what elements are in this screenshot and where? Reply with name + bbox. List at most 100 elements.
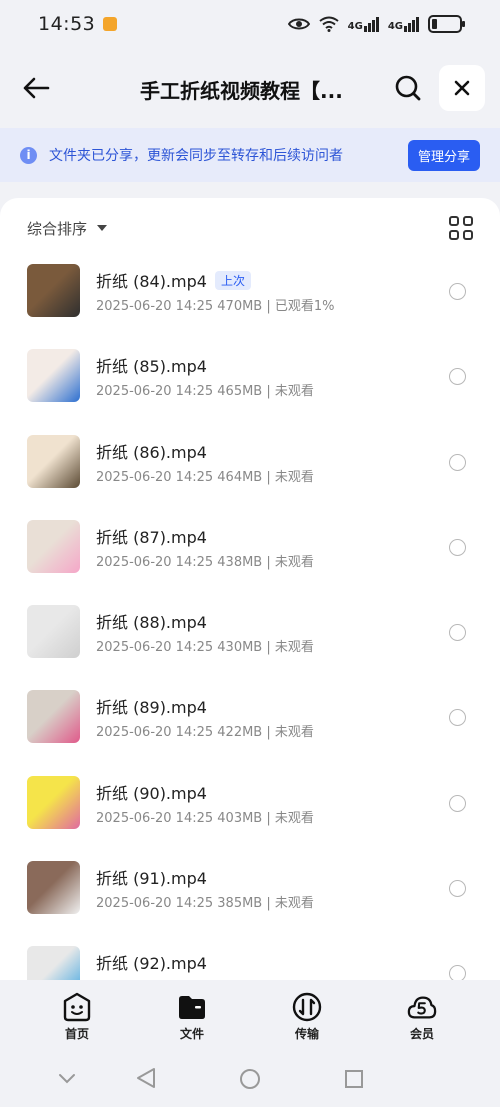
select-checkbox[interactable] xyxy=(449,709,466,727)
file-list: 折纸 (84).mp4 上次 2025-06-20 14:25 470MB | 已观… xyxy=(0,264,500,980)
search-icon xyxy=(395,75,421,101)
file-name: 折纸 (89).mp4 xyxy=(96,698,207,718)
file-row[interactable]: 折纸 (84).mp4 上次 2025-06-20 14:25 470MB | 已观… xyxy=(0,264,500,349)
file-row[interactable]: 折纸 (86).mp4 2025-06-20 14:25 464MB | 未观看 xyxy=(0,434,500,520)
select-checkbox[interactable] xyxy=(449,880,466,898)
video-thumbnail[interactable] xyxy=(27,946,80,980)
system-back-icon[interactable] xyxy=(136,1067,156,1093)
status-bar: 14:53 4G 4G xyxy=(0,0,500,48)
select-checkbox[interactable] xyxy=(449,453,466,471)
back-button[interactable] xyxy=(18,70,54,106)
select-checkbox[interactable] xyxy=(449,368,466,386)
notification-icon xyxy=(103,17,118,31)
nav-item-vip[interactable]: 会员 xyxy=(392,992,452,1042)
nav-item-home[interactable]: 首页 xyxy=(47,992,107,1042)
last-watched-badge: 上次 xyxy=(214,270,251,290)
file-name: 折纸 (92).mp4 xyxy=(96,954,207,974)
battery-icon xyxy=(428,15,465,33)
nav-item-transfer[interactable]: 传输 xyxy=(277,992,337,1042)
file-name-row: 折纸 (85).mp4 xyxy=(96,353,207,377)
info-icon: i xyxy=(20,146,37,164)
file-name: 折纸 (85).mp4 xyxy=(96,357,207,377)
video-thumbnail[interactable] xyxy=(27,349,80,403)
file-meta: 2025-06-20 14:25 422MB | 未观看 xyxy=(96,725,314,741)
file-name-row: 折纸 (86).mp4 xyxy=(96,439,207,463)
file-meta: 2025-06-20 14:25 470MB | 已观看1% xyxy=(96,299,335,314)
file-row[interactable]: 折纸 (87).mp4 2025-06-20 14:25 438MB | 未观看 xyxy=(0,519,500,605)
video-thumbnail[interactable] xyxy=(27,690,80,744)
nav-label-files: 文件 xyxy=(179,1027,204,1041)
caret-down-icon[interactable] xyxy=(97,225,108,231)
page-title: 手工折纸视频教程【... xyxy=(140,79,343,103)
manage-share-button[interactable]: 管理分享 xyxy=(407,139,480,171)
file-name-row: 折纸 (91).mp4 xyxy=(96,865,207,889)
banner-text: 文件夹已分享，更新会同步至转存和后续访问者 xyxy=(49,148,343,164)
file-meta: 2025-06-20 14:25 385MB | 未观看 xyxy=(96,896,314,912)
sort-bar: 综合排序 xyxy=(27,212,473,244)
video-thumbnail[interactable] xyxy=(27,861,80,915)
video-thumbnail[interactable] xyxy=(27,775,80,829)
close-icon xyxy=(454,80,470,96)
file-name: 折纸 (87).mp4 xyxy=(96,527,207,547)
file-row[interactable]: 折纸 (91).mp4 2025-06-20 14:25 385MB | 未观看 xyxy=(0,861,500,946)
file-name: 折纸 (86).mp4 xyxy=(96,442,207,462)
video-thumbnail[interactable] xyxy=(27,264,80,317)
file-name-row: 折纸 (84).mp4 上次 xyxy=(96,268,251,292)
video-thumbnail[interactable] xyxy=(27,605,80,659)
file-meta: 2025-06-20 14:25 438MB | 未观看 xyxy=(96,554,314,570)
select-checkbox[interactable] xyxy=(449,283,466,300)
network-type-2: 4G xyxy=(387,20,403,32)
grid-view-icon[interactable] xyxy=(449,216,473,240)
nav-label-transfer: 传输 xyxy=(294,1027,319,1041)
file-row[interactable]: 折纸 (88).mp4 2025-06-20 14:25 430MB | 未观看 xyxy=(0,605,500,690)
system-home-icon[interactable] xyxy=(239,1068,261,1094)
file-row[interactable]: 折纸 (85).mp4 2025-06-20 14:25 465MB | 未观看 xyxy=(0,349,500,434)
eye-icon xyxy=(287,18,310,30)
sort-dropdown[interactable]: 综合排序 xyxy=(27,218,87,239)
video-thumbnail[interactable] xyxy=(27,434,80,488)
select-checkbox[interactable] xyxy=(449,794,466,812)
video-thumbnail[interactable] xyxy=(27,519,80,573)
collapse-chevron-icon[interactable] xyxy=(58,1070,76,1089)
file-panel: 综合排序 折纸 (84).mp4 上次 2025-06-20 14:25 470MB… xyxy=(0,198,500,980)
nav-item-files[interactable]: 文件 xyxy=(162,992,222,1042)
file-name-row: 折纸 (89).mp4 xyxy=(96,694,207,718)
nav-label-home: 首页 xyxy=(64,1027,89,1041)
transfer-icon xyxy=(292,992,322,1022)
folder-icon xyxy=(177,992,207,1022)
system-nav-bar xyxy=(0,1060,500,1100)
close-button[interactable] xyxy=(439,65,485,111)
file-name-row: 折纸 (88).mp4 xyxy=(96,609,207,633)
wifi-icon xyxy=(319,16,339,32)
vip-cloud-icon xyxy=(407,992,437,1022)
select-checkbox[interactable] xyxy=(449,965,466,980)
select-checkbox[interactable] xyxy=(449,538,466,556)
home-face-icon xyxy=(62,992,92,1022)
file-meta: 2025-06-20 14:25 464MB | 未观看 xyxy=(96,469,314,485)
file-name: 折纸 (88).mp4 xyxy=(96,613,207,633)
file-meta: 2025-06-20 14:25 375MB | 未观看 xyxy=(96,977,314,980)
search-button[interactable] xyxy=(390,70,426,106)
nav-label-vip: 会员 xyxy=(409,1027,434,1041)
file-name: 折纸 (91).mp4 xyxy=(96,869,207,889)
back-arrow-icon xyxy=(23,77,50,99)
status-icons: 4G 4G xyxy=(287,15,465,33)
system-recents-icon[interactable] xyxy=(344,1069,364,1093)
cellular-signal-icon-2: 4G xyxy=(387,16,419,32)
status-time: 14:53 xyxy=(38,13,96,35)
file-meta: 2025-06-20 14:25 465MB | 未观看 xyxy=(96,384,314,400)
share-banner: i 文件夹已分享，更新会同步至转存和后续访问者 管理分享 xyxy=(0,128,500,182)
network-type-1: 4G xyxy=(347,20,363,32)
cellular-signal-icon: 4G xyxy=(347,16,379,32)
file-name-row: 折纸 (87).mp4 xyxy=(96,524,207,548)
file-row[interactable]: 折纸 (89).mp4 2025-06-20 14:25 422MB | 未观看 xyxy=(0,690,500,775)
bottom-nav: 首页 文件 传输 会员 xyxy=(0,982,500,1052)
file-meta: 2025-06-20 14:25 430MB | 未观看 xyxy=(96,640,314,656)
file-row[interactable]: 折纸 (90).mp4 2025-06-20 14:25 403MB | 未观看 xyxy=(0,775,500,861)
select-checkbox[interactable] xyxy=(449,624,466,642)
file-name: 折纸 (84).mp4 xyxy=(96,272,207,291)
file-row[interactable]: 折纸 (92).mp4 2025-06-20 14:25 375MB | 未观看 xyxy=(0,946,500,980)
file-name-row: 折纸 (90).mp4 xyxy=(96,780,207,804)
file-name: 折纸 (90).mp4 xyxy=(96,783,207,803)
header: 手工折纸视频教程【... xyxy=(0,58,500,120)
